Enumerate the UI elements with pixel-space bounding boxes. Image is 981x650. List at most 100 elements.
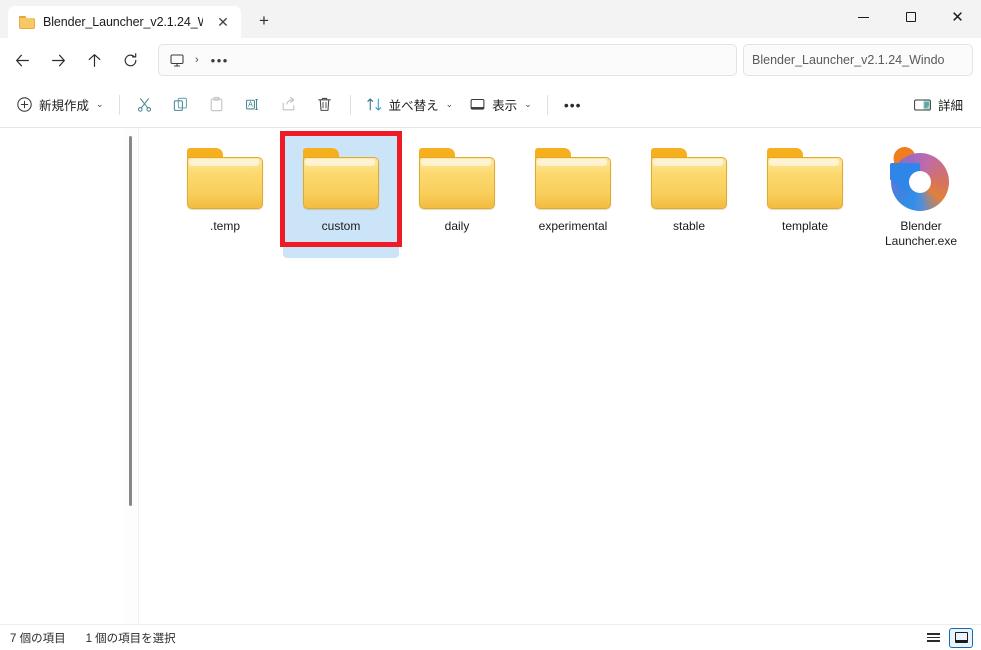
file-item[interactable]: .temp [167, 134, 283, 258]
share-button[interactable] [271, 89, 307, 121]
back-button[interactable] [4, 44, 40, 76]
file-item[interactable]: template [747, 134, 863, 258]
copy-icon [172, 96, 189, 113]
chevron-down-icon: ⌄ [445, 99, 454, 109]
content-area[interactable]: .temp custom daily experimental stable templa… [138, 128, 981, 624]
delete-button[interactable] [307, 89, 343, 121]
file-item-label: .temp [209, 219, 240, 233]
new-button-label: 新規作成 [39, 99, 90, 113]
search-box[interactable] [743, 44, 973, 76]
divider [546, 94, 548, 115]
rename-icon: A [244, 96, 261, 113]
file-icon-wrapper [649, 142, 729, 214]
file-item[interactable]: daily [399, 134, 515, 258]
tab-blender-launcher[interactable]: Blender_Launcher_v2.1.24_Win ✕ [8, 6, 241, 38]
ellipsis-icon: ••• [563, 96, 582, 113]
new-button[interactable]: 新規作成 ⌄ [8, 89, 112, 121]
file-item[interactable]: experimental [515, 134, 631, 258]
share-icon [280, 96, 297, 113]
details-pane-label: 詳細 [937, 99, 963, 113]
chevron-down-icon: ⌄ [96, 99, 104, 109]
window-controls: ✕ [840, 0, 981, 34]
file-item-label: Blender Launcher.exe [884, 219, 958, 248]
rename-button[interactable]: A [235, 89, 271, 121]
cut-button[interactable] [127, 89, 163, 121]
folder-icon [185, 146, 265, 211]
view-button-label: 表示 [492, 99, 518, 113]
details-view-toggle[interactable] [921, 628, 945, 648]
file-explorer-window: Blender_Launcher_v2.1.24_Win ✕ + ✕ › •••… [0, 0, 981, 650]
explorer-body: .temp custom daily experimental stable templa… [0, 128, 981, 624]
view-monitor-icon [469, 96, 486, 113]
minimize-button[interactable] [840, 0, 887, 34]
folder-icon [417, 146, 497, 211]
svg-text:A: A [248, 102, 253, 109]
file-item-label: template [781, 219, 829, 233]
file-item-label: experimental [538, 219, 608, 233]
forward-arrow-icon [51, 54, 65, 66]
breadcrumb-chevron-icon: › [195, 54, 199, 66]
folder-icon [301, 146, 381, 211]
file-item[interactable]: Blender Launcher.exe [863, 134, 979, 258]
copy-button[interactable] [163, 89, 199, 121]
new-tab-button[interactable]: + [249, 6, 279, 36]
tab-title: Blender_Launcher_v2.1.24_Win [43, 15, 203, 29]
folder-icon [19, 15, 35, 29]
plus-circle-icon [16, 96, 33, 113]
file-icon-wrapper [881, 142, 961, 214]
file-item[interactable]: custom [283, 134, 399, 258]
sort-arrows-icon [366, 96, 383, 113]
tab-strip: Blender_Launcher_v2.1.24_Win ✕ + [0, 0, 279, 38]
close-icon: ✕ [951, 7, 964, 26]
paste-icon [208, 96, 225, 113]
close-tab-icon[interactable]: ✕ [211, 10, 235, 34]
folder-icon [765, 146, 845, 211]
view-toggles [921, 627, 973, 648]
paste-button[interactable] [199, 89, 235, 121]
navigation-pane[interactable] [0, 128, 138, 624]
status-bar: 7 個の項目 1 個の項目を選択 [0, 624, 981, 650]
view-button[interactable]: 表示 ⌄ [461, 89, 540, 121]
chevron-down-icon: ⌄ [524, 99, 532, 109]
up-button[interactable] [76, 44, 112, 76]
file-item-label: stable [672, 219, 706, 233]
close-window-button[interactable]: ✕ [934, 0, 981, 34]
search-input[interactable] [752, 53, 964, 67]
file-item[interactable]: stable [631, 134, 747, 258]
trash-icon [316, 96, 333, 113]
file-item-label: daily [444, 219, 470, 233]
file-icon-wrapper [533, 142, 613, 214]
scissors-icon [136, 96, 153, 113]
file-item-label: custom [321, 219, 361, 233]
file-icon-wrapper [417, 142, 497, 214]
command-bar: 新規作成 ⌄ A 並べ替え ⌄ 表示 ⌄ ••• 詳細 [0, 82, 981, 128]
tiles-view-icon [954, 632, 968, 643]
blender-launcher-icon [888, 145, 954, 211]
navigation-bar: › ••• [0, 38, 981, 82]
this-pc-icon[interactable] [167, 51, 187, 69]
folder-icon [533, 146, 613, 211]
file-icon-wrapper [301, 142, 381, 214]
navigation-pane-scrollbar[interactable] [124, 128, 138, 624]
more-options-button[interactable]: ••• [555, 89, 591, 121]
refresh-icon [124, 52, 136, 66]
file-icon-wrapper [765, 142, 845, 214]
sort-button[interactable]: 並べ替え ⌄ [358, 89, 462, 121]
divider [118, 94, 120, 115]
large-icons-view-toggle[interactable] [949, 627, 973, 648]
divider [349, 94, 351, 115]
selection-count-label: 1 個の項目を選択 [85, 632, 176, 645]
item-count-label: 7 個の項目 [10, 632, 66, 645]
up-arrow-icon [88, 53, 100, 67]
file-icon-wrapper [185, 142, 265, 214]
details-pane-button[interactable]: 詳細 [905, 89, 971, 121]
breadcrumb-overflow-button[interactable]: ••• [207, 53, 233, 68]
breadcrumb[interactable]: › ••• [158, 44, 737, 76]
folder-icon [649, 146, 729, 211]
refresh-button[interactable] [112, 44, 148, 76]
sort-button-label: 並べ替え [388, 99, 439, 113]
maximize-button[interactable] [887, 0, 934, 34]
scrollbar-thumb[interactable] [129, 136, 132, 506]
forward-button[interactable] [40, 44, 76, 76]
back-arrow-icon [15, 54, 29, 66]
